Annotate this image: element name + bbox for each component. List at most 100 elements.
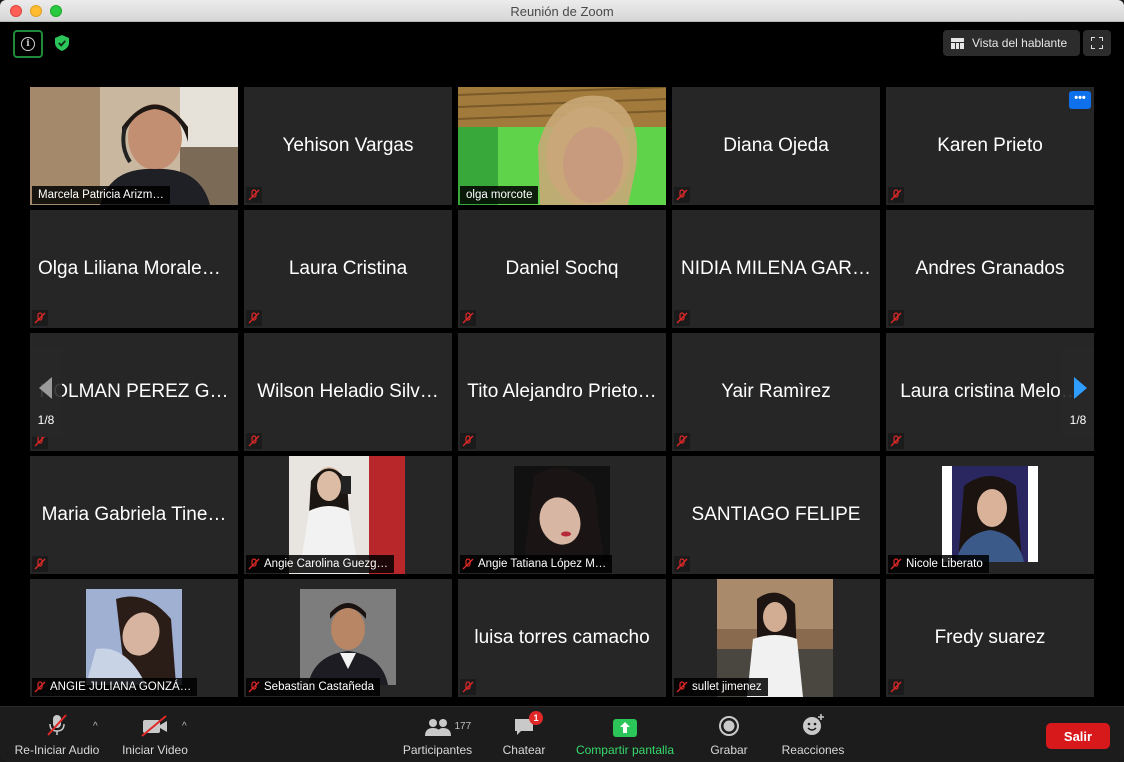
chat-label: Chatear [502, 743, 546, 757]
participant-name: Angie Carolina Guezg… [264, 558, 389, 570]
participant-tile[interactable]: Andres Granados [886, 210, 1094, 328]
muted-mic-icon [248, 558, 260, 570]
participant-name: sullet jimenez [692, 681, 762, 693]
audio-label: Re-Iniciar Audio [14, 743, 100, 757]
participants-label: Participantes [402, 743, 473, 757]
participant-name: Yair Ramìrez [721, 381, 831, 402]
info-icon: i [21, 37, 35, 51]
share-screen-label: Compartir pantalla [575, 743, 675, 757]
participant-tile[interactable]: Sebastian Castañeda [244, 579, 452, 697]
speaker-view-icon [951, 37, 964, 49]
participant-tile[interactable]: Maria Gabriela Tine… [30, 456, 238, 574]
participant-tile[interactable]: Diana Ojeda [672, 87, 880, 205]
participant-tile[interactable]: Wilson Heladio Silv… [244, 333, 452, 451]
participant-tile[interactable]: luisa torres camacho [458, 579, 666, 697]
participant-name: Daniel Sochq [505, 258, 619, 279]
more-options-button[interactable]: ••• [1069, 91, 1091, 109]
record-icon [718, 707, 740, 737]
muted-mic-icon [460, 679, 476, 695]
participant-name: Olga Liliana Morales… [38, 258, 231, 279]
video-off-icon [141, 707, 169, 737]
participant-name-label: Angie Tatiana López M… [460, 555, 613, 573]
window-title: Reunión de Zoom [510, 4, 614, 19]
video-label: Iniciar Video [122, 743, 188, 757]
participant-tile[interactable]: Yehison Vargas [244, 87, 452, 205]
participants-count: 177 [454, 721, 472, 732]
participant-tile[interactable]: Fredy suarez [886, 579, 1094, 697]
participants-button[interactable]: 177 Participantes [400, 707, 475, 762]
muted-mic-icon [246, 310, 262, 326]
participant-tile[interactable]: Olga Liliana Morales… [30, 210, 238, 328]
participant-name: Wilson Heladio Silv… [257, 381, 439, 402]
participant-tile[interactable]: NIDIA MILENA GAR… [672, 210, 880, 328]
chat-button[interactable]: 1 Chatear [501, 707, 547, 762]
muted-mic-icon [32, 556, 48, 572]
participant-tile[interactable]: Laura Cristina [244, 210, 452, 328]
muted-mic-icon [246, 433, 262, 449]
participant-name: Yehison Vargas [282, 135, 414, 156]
muted-mic-icon [888, 310, 904, 326]
participant-name-label: sullet jimenez [674, 678, 768, 696]
participant-name: Sebastian Castañeda [264, 681, 374, 693]
record-button[interactable]: Grabar [708, 707, 750, 762]
participant-name: SANTIAGO FELIPE [691, 504, 861, 525]
video-options-caret[interactable]: ^ [182, 721, 187, 732]
participant-tile-active-speaker[interactable]: olga morcote [458, 87, 666, 205]
participant-tile[interactable]: Tito Alejandro Prieto… [458, 333, 666, 451]
audio-options-caret[interactable]: ^ [93, 721, 98, 732]
participant-name: Tito Alejandro Prieto… [467, 381, 657, 402]
participant-name: Maria Gabriela Tine… [41, 504, 227, 525]
reactions-smiley-icon [801, 707, 825, 737]
leave-meeting-button[interactable]: Salir [1046, 723, 1110, 749]
previous-page-button[interactable]: 1/8 [30, 347, 62, 437]
muted-mic-icon [676, 681, 688, 693]
participant-name: Nicole Liberato [906, 558, 983, 570]
next-page-button[interactable]: 1/8 [1062, 347, 1094, 437]
participant-name: luisa torres camacho [474, 627, 650, 648]
security-shield-icon[interactable] [55, 35, 69, 51]
arrow-left-icon [39, 377, 52, 399]
record-label: Grabar [710, 743, 748, 757]
muted-mic-icon [246, 187, 262, 203]
video-button[interactable]: Iniciar Video [120, 707, 190, 762]
participant-tile[interactable]: ••• Karen Prieto [886, 87, 1094, 205]
muted-mic-icon [460, 433, 476, 449]
muted-mic-icon [888, 433, 904, 449]
muted-mic-icon [674, 556, 690, 572]
participant-name: Karen Prieto [937, 135, 1043, 156]
participant-name-label: ANGIE JULIANA GONZÁ… [32, 678, 198, 696]
muted-mic-icon [674, 187, 690, 203]
fullscreen-button[interactable] [1083, 30, 1111, 56]
participant-name: Diana Ojeda [723, 135, 829, 156]
participant-tile[interactable]: Yair Ramìrez [672, 333, 880, 451]
reactions-button[interactable]: Reacciones [779, 707, 847, 762]
participant-name: Andres Granados [915, 258, 1065, 279]
participant-tile[interactable]: ANGIE JULIANA GONZÁ… [30, 579, 238, 697]
arrow-right-icon [1074, 377, 1087, 399]
page-indicator: 1/8 [1069, 413, 1087, 427]
share-screen-button[interactable]: Compartir pantalla [572, 707, 678, 762]
participant-tile[interactable]: sullet jimenez [672, 579, 880, 697]
participant-tile[interactable]: Daniel Sochq [458, 210, 666, 328]
participant-tile[interactable]: Angie Carolina Guezg… [244, 456, 452, 574]
participant-name-label: Nicole Liberato [888, 555, 989, 573]
muted-mic-icon [34, 681, 46, 693]
participant-tile[interactable]: Angie Tatiana López M… [458, 456, 666, 574]
participant-tile[interactable]: SANTIAGO FELIPE [672, 456, 880, 574]
title-bar: Reunión de Zoom [0, 0, 1124, 22]
participant-name: NIDIA MILENA GAR… [680, 258, 872, 279]
speaker-view-button[interactable]: Vista del hablante [943, 30, 1080, 56]
page-indicator: 1/8 [37, 413, 55, 427]
participant-tile[interactable]: Marcela Patricia Arizm… [30, 87, 238, 205]
participant-tile[interactable]: Nicole Liberato [886, 456, 1094, 574]
participant-name-label: Marcela Patricia Arizm… [32, 186, 170, 204]
fullscreen-icon [1091, 37, 1103, 49]
meeting-info-button[interactable]: i [13, 30, 43, 58]
muted-mic-icon [888, 187, 904, 203]
muted-mic-icon [890, 558, 902, 570]
muted-mic-icon [248, 681, 260, 693]
zoom-window: Reunión de Zoom i Vista del hablante Mar… [0, 0, 1124, 762]
audio-button[interactable]: Re-Iniciar Audio [12, 707, 102, 762]
participant-name: ANGIE JULIANA GONZÁ… [50, 681, 192, 693]
muted-microphone-icon [45, 707, 69, 737]
